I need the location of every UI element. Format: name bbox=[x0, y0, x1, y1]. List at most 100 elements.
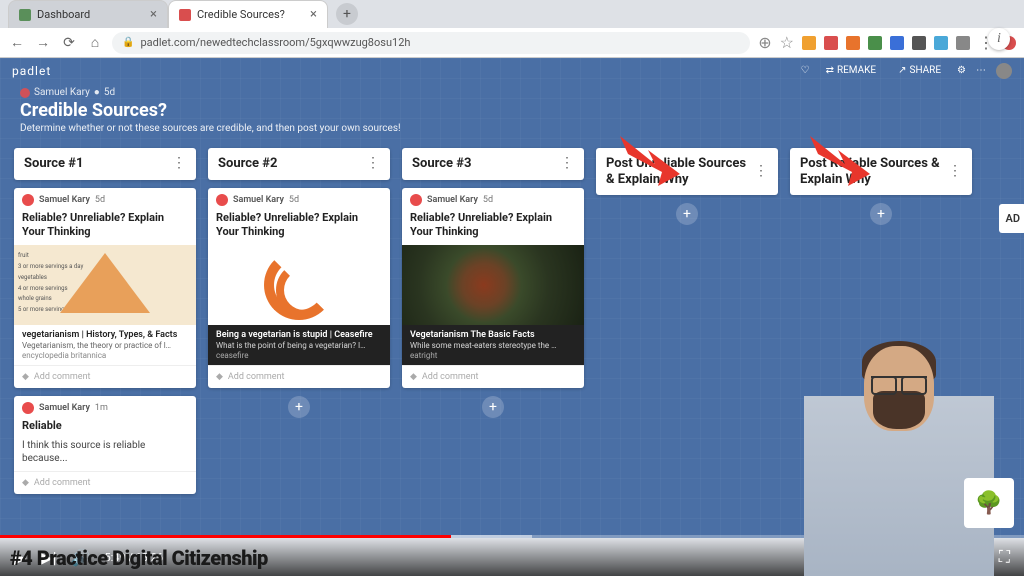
card-body: I think this source is reliable because.… bbox=[14, 439, 196, 471]
post-card[interactable]: Samuel Kary 5d Reliable? Unreliable? Exp… bbox=[402, 188, 584, 389]
comment-icon: ◆ bbox=[410, 372, 417, 382]
extension-icon[interactable] bbox=[934, 36, 948, 50]
food-pyramid-icon bbox=[60, 253, 150, 313]
avatar-icon bbox=[22, 402, 34, 414]
presenter-overlay bbox=[804, 336, 994, 576]
arrow-annotation bbox=[810, 136, 870, 186]
caption-source: encyclopedia britannica bbox=[22, 351, 188, 360]
url-bar[interactable]: 🔒 padlet.com/newedtechclassroom/5gxqwwzu… bbox=[112, 32, 750, 54]
extension-icon[interactable] bbox=[846, 36, 860, 50]
card-author: Samuel Kary bbox=[233, 195, 284, 205]
add-card-button[interactable]: + bbox=[288, 396, 310, 418]
board-author: Samuel Kary ● 5d bbox=[20, 87, 1004, 98]
comment-icon: ◆ bbox=[22, 478, 29, 488]
padlet-logo[interactable]: padlet bbox=[12, 64, 51, 78]
post-card[interactable]: Samuel Kary 1m Reliable I think this sou… bbox=[14, 396, 196, 494]
extension-icon[interactable] bbox=[868, 36, 882, 50]
card-header: Samuel Kary 1m bbox=[14, 396, 196, 417]
reload-button[interactable]: ⟳ bbox=[60, 35, 78, 51]
url-text: padlet.com/newedtechclassroom/5gxqwwzug8… bbox=[140, 36, 410, 49]
more-icon[interactable]: ⋮ bbox=[560, 160, 574, 167]
remake-button[interactable]: ⇄ REMAKE bbox=[820, 62, 883, 79]
column-header[interactable]: Source #2 ⋮ bbox=[208, 148, 390, 180]
heart-icon[interactable]: ♡ bbox=[801, 65, 810, 76]
fullscreen-button[interactable]: ⛶ bbox=[999, 547, 1010, 567]
browser-toolbar: ← → ⟳ ⌂ 🔒 padlet.com/newedtechclassroom/… bbox=[0, 28, 1024, 58]
forward-button[interactable]: → bbox=[34, 34, 52, 51]
add-comment[interactable]: ◆ Add comment bbox=[14, 365, 196, 388]
add-comment[interactable]: ◆ Add comment bbox=[402, 365, 584, 388]
card-header: Samuel Kary 5d bbox=[14, 188, 196, 209]
column-title: Source #1 bbox=[24, 156, 83, 172]
arrow-annotation bbox=[620, 136, 680, 186]
star-icon[interactable]: ☆ bbox=[780, 33, 794, 52]
column-source-2: Source #2 ⋮ Samuel Kary 5d Reliable? Unr… bbox=[208, 148, 390, 418]
padlet-header: padlet ♡ ⇄ REMAKE ↗ SHARE ⚙ ⋯ bbox=[0, 58, 1024, 83]
column-header[interactable]: Source #3 ⋮ bbox=[402, 148, 584, 180]
post-card[interactable]: Samuel Kary 5d Reliable? Unreliable? Exp… bbox=[14, 188, 196, 389]
star-icon[interactable]: ⊕ bbox=[758, 33, 771, 52]
comment-icon: ◆ bbox=[22, 372, 29, 382]
home-button[interactable]: ⌂ bbox=[86, 34, 104, 51]
more-icon[interactable]: ⋮ bbox=[366, 160, 380, 167]
add-column-button[interactable]: AD bbox=[999, 204, 1024, 233]
card-image-pyramid: fruit 3 or more servings a day vegetable… bbox=[14, 245, 196, 325]
more-icon[interactable]: ⋮ bbox=[172, 160, 186, 167]
add-card-button[interactable]: + bbox=[676, 203, 698, 225]
more-icon[interactable]: ⋮ bbox=[948, 168, 962, 175]
card-caption: Being a vegetarian is stupid | Ceasefire… bbox=[208, 325, 390, 365]
tab-title: Dashboard bbox=[37, 8, 90, 21]
tab-dashboard[interactable]: Dashboard × bbox=[8, 0, 168, 28]
more-icon[interactable]: ⋮ bbox=[754, 168, 768, 175]
tab-strip: Dashboard × Credible Sources? × + bbox=[0, 0, 1024, 28]
column-title: Source #2 bbox=[218, 156, 277, 172]
card-author: Samuel Kary bbox=[39, 403, 90, 413]
more-icon[interactable]: ⋯ bbox=[976, 65, 986, 76]
card-caption: vegetarianism | History, Types, & Facts … bbox=[14, 325, 196, 365]
info-icon[interactable]: i bbox=[988, 28, 1010, 50]
extension-icon[interactable] bbox=[912, 36, 926, 50]
comment-icon: ◆ bbox=[216, 372, 223, 382]
add-comment[interactable]: ◆ Add comment bbox=[14, 471, 196, 494]
tab-title: Credible Sources? bbox=[197, 8, 285, 21]
avatar-icon bbox=[22, 194, 34, 206]
card-age: 5d bbox=[95, 195, 105, 205]
card-image-salad bbox=[402, 245, 584, 325]
share-button[interactable]: ↗ SHARE bbox=[892, 62, 947, 79]
caption-source: eatright bbox=[410, 351, 576, 360]
extension-icon[interactable] bbox=[824, 36, 838, 50]
caption-title: Vegetarianism The Basic Facts bbox=[410, 330, 576, 340]
extension-icon[interactable] bbox=[890, 36, 904, 50]
card-author: Samuel Kary bbox=[427, 195, 478, 205]
caption-sub: Vegetarianism, the theory or practice of… bbox=[22, 341, 188, 350]
avatar-icon bbox=[216, 194, 228, 206]
tab-credible-sources[interactable]: Credible Sources? × bbox=[168, 0, 328, 28]
avatar-icon[interactable] bbox=[996, 63, 1012, 79]
card-age: 5d bbox=[483, 195, 493, 205]
post-card[interactable]: Samuel Kary 5d Reliable? Unreliable? Exp… bbox=[208, 188, 390, 389]
favicon-icon bbox=[19, 9, 31, 21]
add-card-button[interactable]: + bbox=[482, 396, 504, 418]
card-age: 5d bbox=[289, 195, 299, 205]
avatar-icon bbox=[20, 88, 30, 98]
gear-icon[interactable]: ⚙ bbox=[957, 65, 966, 76]
extension-icon[interactable] bbox=[956, 36, 970, 50]
add-card-button[interactable]: + bbox=[870, 203, 892, 225]
comment-label: Add comment bbox=[34, 372, 91, 382]
new-tab-button[interactable]: + bbox=[336, 3, 358, 25]
add-comment[interactable]: ◆ Add comment bbox=[208, 365, 390, 388]
column-title: Source #3 bbox=[412, 156, 471, 172]
lock-icon: 🔒 bbox=[122, 37, 134, 48]
card-caption: Vegetarianism The Basic Facts While some… bbox=[402, 325, 584, 365]
board-title: Credible Sources? bbox=[20, 100, 1004, 121]
extension-icon[interactable] bbox=[802, 36, 816, 50]
back-button[interactable]: ← bbox=[8, 34, 26, 51]
favicon-icon bbox=[179, 9, 191, 21]
close-icon[interactable]: × bbox=[150, 7, 157, 22]
extension-icons: ⊕ ☆ ⋮ bbox=[758, 33, 1016, 52]
close-icon[interactable]: × bbox=[310, 7, 317, 22]
column-source-1: Source #1 ⋮ Samuel Kary 5d Reliable? Unr… bbox=[14, 148, 196, 494]
board-subtitle: Determine whether or not these sources a… bbox=[20, 123, 1004, 134]
column-header[interactable]: Source #1 ⋮ bbox=[14, 148, 196, 180]
card-title: Reliable? Unreliable? Explain Your Think… bbox=[208, 209, 390, 246]
